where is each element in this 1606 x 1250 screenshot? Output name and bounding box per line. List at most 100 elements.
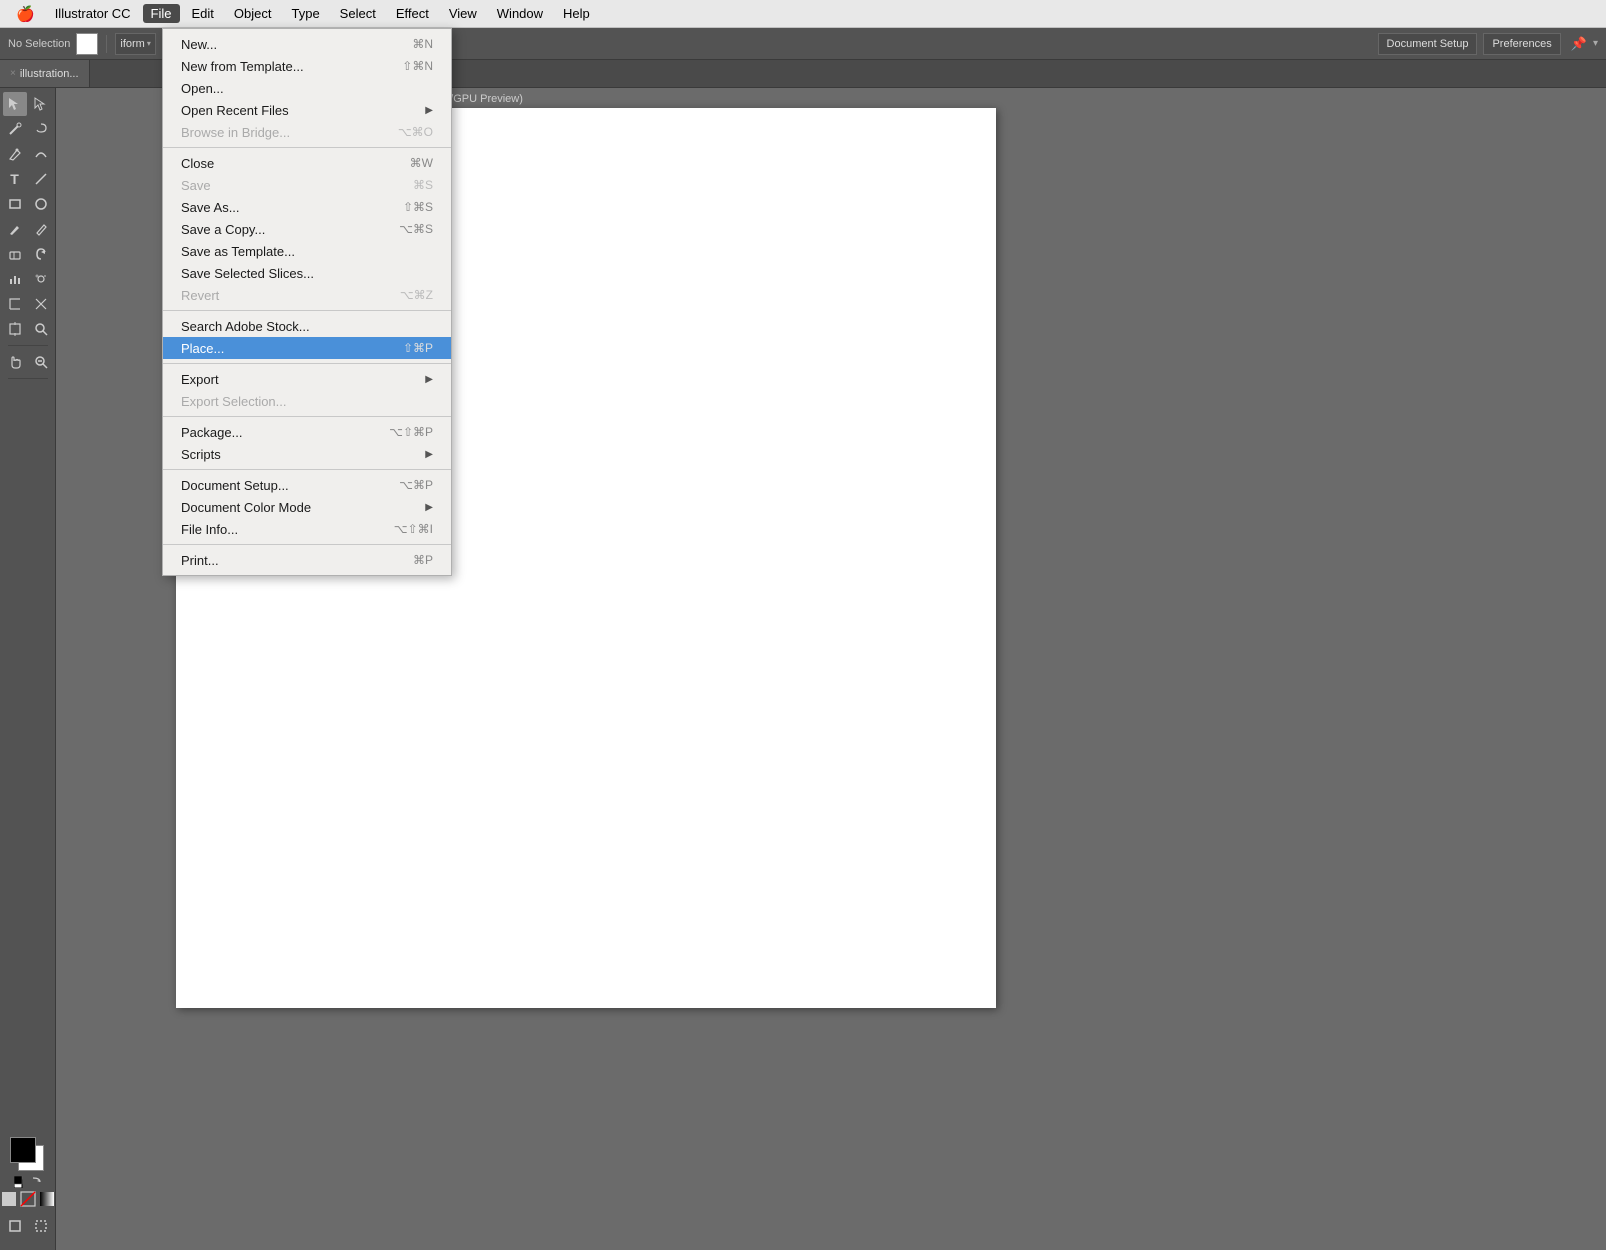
tool-row-pen <box>0 142 55 166</box>
menu-select[interactable]: Select <box>332 4 384 23</box>
color-mode-icon[interactable] <box>1 1191 17 1207</box>
curvature-tool[interactable] <box>29 142 53 166</box>
draw-normal-icon[interactable] <box>3 1214 27 1238</box>
zoom-tool[interactable] <box>29 317 53 341</box>
menu-sep-2 <box>163 310 451 311</box>
fill-swatch[interactable] <box>76 33 98 55</box>
chevron-down-icon: ▾ <box>147 39 151 48</box>
none-mode-icon[interactable] <box>20 1191 36 1207</box>
menu-save-copy[interactable]: Save a Copy... ⌥⌘S <box>163 218 451 240</box>
swap-colors-icon[interactable] <box>30 1176 42 1188</box>
menu-file-info[interactable]: File Info... ⌥⇧⌘I <box>163 518 451 540</box>
menu-document-color-mode[interactable]: Document Color Mode ▶ <box>163 496 451 518</box>
menu-export-selection: Export Selection... <box>163 390 451 412</box>
preferences-button[interactable]: Preferences <box>1483 33 1560 55</box>
tool-row-rect <box>0 192 55 216</box>
pin-icon[interactable]: 📌 <box>1571 36 1587 52</box>
menu-effect[interactable]: Effect <box>388 4 437 23</box>
menu-sep-3 <box>163 363 451 364</box>
menu-save-as[interactable]: Save As... ⇧⌘S <box>163 196 451 218</box>
tool-row-hand <box>0 350 55 374</box>
document-setup-button[interactable]: Document Setup <box>1378 33 1478 55</box>
menu-browse-bridge: Browse in Bridge... ⌥⌘O <box>163 121 451 143</box>
zoom-out-tool[interactable] <box>29 350 53 374</box>
gradient-mode-icon[interactable] <box>39 1191 55 1207</box>
menu-sep-1 <box>163 147 451 148</box>
tool-row-type: T <box>0 167 55 191</box>
menu-sep-5 <box>163 469 451 470</box>
menu-close[interactable]: Close ⌘W <box>163 152 451 174</box>
menu-object[interactable]: Object <box>226 4 280 23</box>
tool-row-select <box>0 92 55 116</box>
draw-behind-icon[interactable] <box>29 1214 53 1238</box>
file-menu: New... ⌘N New from Template... ⇧⌘N Open.… <box>162 28 452 576</box>
menu-new[interactable]: New... ⌘N <box>163 33 451 55</box>
type-tool[interactable]: T <box>3 167 27 191</box>
menu-export[interactable]: Export ▶ <box>163 368 451 390</box>
submenu-arrow: ▶ <box>425 502 433 513</box>
paintbrush-tool[interactable] <box>3 217 27 241</box>
menu-illustrator[interactable]: Illustrator CC <box>47 4 139 23</box>
apple-menu[interactable]: 🍎 <box>8 5 43 23</box>
menu-scripts[interactable]: Scripts ▶ <box>163 443 451 465</box>
tool-separator-2 <box>8 378 48 379</box>
menu-help[interactable]: Help <box>555 4 598 23</box>
submenu-arrow: ▶ <box>425 449 433 460</box>
menu-sep-4 <box>163 416 451 417</box>
slice-tool[interactable] <box>29 292 53 316</box>
fill-stroke-swatches[interactable] <box>10 1137 46 1173</box>
menu-package[interactable]: Package... ⌥⇧⌘P <box>163 421 451 443</box>
menu-save-template[interactable]: Save as Template... <box>163 240 451 262</box>
menu-print[interactable]: Print... ⌘P <box>163 549 451 571</box>
mac-menubar: 🍎 Illustrator CC File Edit Object Type S… <box>0 0 1606 28</box>
rotate-tool[interactable] <box>29 242 53 266</box>
menu-sep-6 <box>163 544 451 545</box>
menu-edit[interactable]: Edit <box>184 4 222 23</box>
tool-row-text-graph <box>0 267 55 291</box>
uniform-dropdown[interactable]: iform ▾ <box>115 33 155 55</box>
tool-row-zoom <box>0 317 55 341</box>
menu-open-recent[interactable]: Open Recent Files ▶ <box>163 99 451 121</box>
menu-place[interactable]: Place... ⇧⌘P <box>163 337 451 359</box>
menu-save-slices[interactable]: Save Selected Slices... <box>163 262 451 284</box>
selection-label: No Selection <box>8 38 70 50</box>
tool-row-eraser <box>0 242 55 266</box>
text-graph-tool[interactable] <box>3 267 27 291</box>
hand-tool[interactable] <box>3 350 27 374</box>
menu-view[interactable]: View <box>441 4 485 23</box>
menu-window[interactable]: Window <box>489 4 551 23</box>
symbol-tool[interactable] <box>29 267 53 291</box>
tool-separator <box>8 345 48 346</box>
menu-search-stock[interactable]: Search Adobe Stock... <box>163 315 451 337</box>
menu-document-setup[interactable]: Document Setup... ⌥⌘P <box>163 474 451 496</box>
ellipse-tool[interactable] <box>29 192 53 216</box>
chevron-down-icon[interactable]: ▾ <box>1593 38 1598 49</box>
toolbar-sep-1 <box>106 35 107 53</box>
select-tool[interactable] <box>3 92 27 116</box>
magic-wand-tool[interactable] <box>3 117 27 141</box>
fill-color[interactable] <box>10 1137 36 1163</box>
default-colors-icon[interactable] <box>14 1176 26 1188</box>
menu-open[interactable]: Open... <box>163 77 451 99</box>
lasso-tool[interactable] <box>29 117 53 141</box>
document-tab[interactable]: × illustration... <box>0 60 90 87</box>
pencil-tool[interactable] <box>29 217 53 241</box>
tool-row-paint <box>0 217 55 241</box>
direct-select-tool[interactable] <box>29 92 53 116</box>
column-graph-tool[interactable] <box>3 292 27 316</box>
artboard-tool[interactable] <box>3 317 27 341</box>
submenu-arrow: ▶ <box>425 374 433 385</box>
menu-file[interactable]: File <box>143 4 180 23</box>
tab-title: illustration... <box>20 68 79 80</box>
line-tool[interactable] <box>29 167 53 191</box>
tool-row-magic <box>0 117 55 141</box>
menu-save: Save ⌘S <box>163 174 451 196</box>
menu-type[interactable]: Type <box>283 4 327 23</box>
color-swatches <box>1 1137 55 1246</box>
tab-close-icon[interactable]: × <box>10 68 16 79</box>
rectangle-tool[interactable] <box>3 192 27 216</box>
pen-tool[interactable] <box>3 142 27 166</box>
menu-new-from-template[interactable]: New from Template... ⇧⌘N <box>163 55 451 77</box>
eraser-tool[interactable] <box>3 242 27 266</box>
menu-revert: Revert ⌥⌘Z <box>163 284 451 306</box>
